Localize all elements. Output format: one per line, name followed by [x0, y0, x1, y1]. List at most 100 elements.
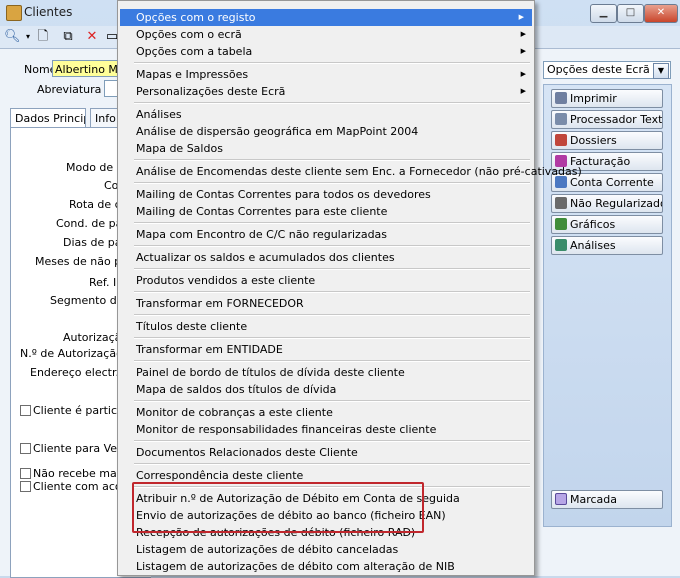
- menu-item[interactable]: Monitor de responsabilidades financeiras…: [136, 421, 436, 438]
- vendas-checkbox[interactable]: [20, 443, 31, 454]
- menu-separator: [134, 268, 530, 270]
- menu-separator: [134, 182, 530, 184]
- button-label: Marcada: [570, 493, 618, 506]
- menu-gutter: [118, 1, 132, 575]
- menu-item[interactable]: Mailing de Contas Correntes para este cl…: [136, 203, 387, 220]
- chevron-down-icon[interactable]: ▾: [20, 29, 36, 45]
- acordo-checkbox[interactable]: [20, 481, 31, 492]
- submenu-arrow-icon: ▶: [520, 87, 526, 95]
- particular-checkbox[interactable]: [20, 405, 31, 416]
- menu-item-label: Personalizações deste Ecrã: [136, 85, 286, 98]
- button-label: Dossiers: [570, 134, 617, 147]
- menu-item-label: Listagem de autorizações de débito com a…: [136, 560, 455, 573]
- menu-item-label: Transformar em FORNECEDOR: [136, 297, 304, 310]
- menu-separator: [134, 463, 530, 465]
- menu-item-label: Análises: [136, 108, 182, 121]
- nao-regularizado-button[interactable]: Não Regularizado: [551, 194, 663, 213]
- button-label: Não Regularizado: [570, 197, 663, 210]
- menu-item[interactable]: Produtos vendidos a este cliente: [136, 272, 315, 289]
- menu-item[interactable]: Monitor de cobranças a este cliente: [136, 404, 333, 421]
- menu-item[interactable]: Documentos Relacionados deste Cliente: [136, 444, 358, 461]
- menu-item[interactable]: Mailing de Contas Correntes para todos o…: [136, 186, 431, 203]
- menu-item-label: Mapas e Impressões: [136, 68, 249, 81]
- imprimir-button[interactable]: Imprimir: [551, 89, 663, 108]
- app-icon: [6, 5, 22, 21]
- menu-separator: [134, 159, 530, 161]
- submenu-arrow-icon: ▶: [520, 47, 526, 55]
- close-button[interactable]: ✕: [644, 4, 678, 23]
- chevron-down-icon[interactable]: ▼: [653, 63, 669, 79]
- menu-item-label: Actualizar os saldos e acumulados dos cl…: [136, 251, 395, 264]
- menu-separator: [134, 440, 530, 442]
- menu-item-label: Mailing de Contas Correntes para todos o…: [136, 188, 431, 201]
- menu-separator: [134, 102, 530, 104]
- processador-texto-button[interactable]: Processador Texto: [551, 110, 663, 129]
- delete-icon[interactable]: ✕: [84, 29, 100, 45]
- graficos-button[interactable]: Gráficos: [551, 215, 663, 234]
- menu-item-label: Mapa de Saldos: [136, 142, 223, 155]
- submenu-arrow-icon: ▶: [520, 70, 526, 78]
- menu-item-label: Transformar em ENTIDADE: [136, 343, 283, 356]
- analysis-icon: [555, 239, 567, 251]
- menu-item[interactable]: Análises: [136, 106, 182, 123]
- menu-separator: [134, 245, 530, 247]
- abreviatura-input[interactable]: [104, 80, 118, 97]
- menu-item[interactable]: Mapa de saldos dos títulos de dívida: [136, 381, 336, 398]
- menu-item-label: Mapa de saldos dos títulos de dívida: [136, 383, 337, 396]
- menu-item-label: Correspondência deste cliente: [136, 469, 304, 482]
- menu-item[interactable]: Análise de dispersão geográfica em MapPo…: [136, 123, 418, 140]
- menu-item[interactable]: Mapa com Encontro de C/C não regularizad…: [136, 226, 387, 243]
- minimize-button[interactable]: ▁: [590, 4, 617, 23]
- menu-item[interactable]: Personalizações deste Ecrã: [136, 83, 285, 100]
- window-title: Clientes: [24, 5, 73, 19]
- marcada-icon: [555, 493, 567, 505]
- dropdown-value: Opções deste Ecrã: [547, 63, 650, 76]
- marcada-button[interactable]: Marcada: [551, 490, 663, 509]
- maximize-button[interactable]: □: [617, 4, 644, 23]
- mailing-checkbox[interactable]: [20, 468, 31, 479]
- menu-item[interactable]: Actualizar os saldos e acumulados dos cl…: [136, 249, 395, 266]
- menu-item-label: Monitor de responsabilidades financeiras…: [136, 423, 437, 436]
- menu-item[interactable]: Mapas e Impressões: [136, 66, 248, 83]
- submenu-arrow-icon: ▶: [518, 13, 524, 21]
- copy-icon[interactable]: ⧉: [60, 29, 76, 45]
- menu-item[interactable]: Listagem de autorizações de débito cance…: [136, 541, 398, 558]
- search-icon[interactable]: 🔍︎: [4, 29, 21, 45]
- nome-input[interactable]: Albertino Macie: [52, 60, 118, 77]
- button-label: Processador Texto: [570, 113, 663, 126]
- menu-item-label: Análise de Encomendas deste cliente sem …: [136, 165, 582, 178]
- button-label: Análises: [570, 239, 616, 252]
- button-label: Gráficos: [570, 218, 616, 231]
- menu-separator: [134, 337, 530, 339]
- dossiers-button[interactable]: Dossiers: [551, 131, 663, 150]
- menu-item[interactable]: Transformar em ENTIDADE: [136, 341, 283, 358]
- screen-options-panel: Opções deste Ecrã ▼ Imprimir Processador…: [543, 33, 672, 527]
- menu-item[interactable]: Opções com o ecrã: [136, 26, 242, 43]
- menu-item[interactable]: Transformar em FORNECEDOR: [136, 295, 304, 312]
- menu-item[interactable]: Listagem de autorizações de débito com a…: [136, 558, 455, 575]
- button-label: Imprimir: [570, 92, 617, 105]
- tab-info[interactable]: Info: [90, 108, 118, 128]
- menu-item-label: Mailing de Contas Correntes para este cl…: [136, 205, 388, 218]
- button-label: Conta Corrente: [570, 176, 654, 189]
- new-document-icon[interactable]: 🗋: [35, 29, 51, 45]
- menu-separator: [134, 62, 530, 64]
- menu-separator: [134, 360, 530, 362]
- menu-separator: [134, 222, 530, 224]
- menu-item-label: Títulos deste cliente: [136, 320, 248, 333]
- menu-item[interactable]: Painel de bordo de títulos de dívida des…: [136, 364, 405, 381]
- highlight-annotation: [132, 482, 424, 533]
- menu-item-label: Documentos Relacionados deste Cliente: [136, 446, 358, 459]
- menu-separator: [134, 400, 530, 402]
- analises-button[interactable]: Análises: [551, 236, 663, 255]
- menu-item[interactable]: Opções com a tabela: [136, 43, 252, 60]
- abreviatura-label: Abreviatura: [37, 83, 102, 96]
- screen-options-dropdown[interactable]: Opções deste Ecrã ▼: [543, 61, 671, 79]
- menu-item[interactable]: Opções com o registo ▶: [120, 9, 532, 26]
- menu-item[interactable]: Títulos deste cliente: [136, 318, 247, 335]
- tab-dados-principais[interactable]: Dados Principais: [10, 108, 86, 128]
- menu-item[interactable]: Mapa de Saldos: [136, 140, 223, 157]
- action-buttons-box: Imprimir Processador Texto Dossiers Fact…: [543, 84, 672, 527]
- menu-item[interactable]: Análise de Encomendas deste cliente sem …: [136, 163, 582, 180]
- menu-separator: [134, 291, 530, 293]
